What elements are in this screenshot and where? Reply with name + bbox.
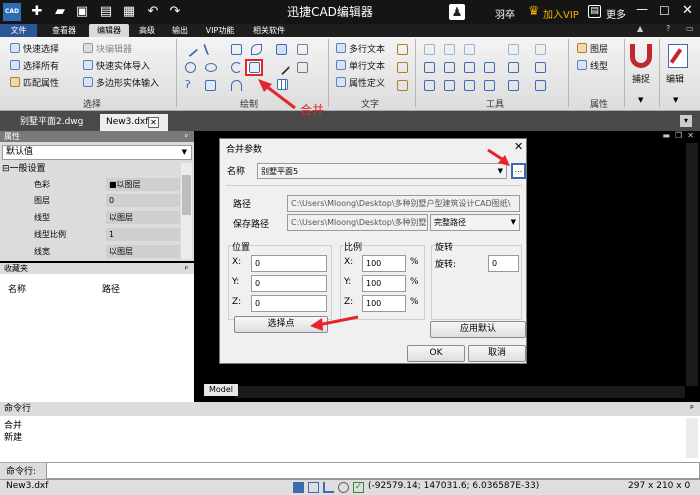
pin-icon[interactable]: ᵖ (690, 402, 694, 416)
ortho-toggle-icon[interactable] (323, 482, 334, 493)
status-size: 297 x 210 x 0 (628, 481, 691, 491)
command-input[interactable] (46, 462, 700, 479)
command-title-text: 命令行 (4, 404, 32, 414)
merge-annotation-label: 合并 (300, 103, 325, 117)
status-coords: (-92579.14; 147031.6; 6.036587E-33) (368, 481, 540, 491)
pick-point-arrowhead-icon (310, 318, 323, 331)
pick-point-arrow-icon (317, 315, 359, 327)
polar-toggle-icon[interactable] (338, 482, 349, 493)
command-title: 命令行 ᵖ (0, 402, 700, 416)
grid-toggle-icon[interactable] (308, 482, 319, 493)
command-prompt-label: 命令行: (6, 467, 37, 477)
command-scrollbar[interactable] (686, 418, 698, 458)
status-file: New3.dxf (6, 481, 49, 491)
osnap-toggle-icon[interactable]: ✓ (353, 482, 364, 493)
status-bar: New3.dxf ✓ (-92579.14; 147031.6; 6.03658… (0, 479, 700, 495)
command-panel: 命令行 ᵖ 合并 新建 命令行: (0, 402, 700, 480)
command-line-2: 新建 (4, 433, 23, 443)
snap-toggle-icon[interactable] (293, 482, 304, 493)
